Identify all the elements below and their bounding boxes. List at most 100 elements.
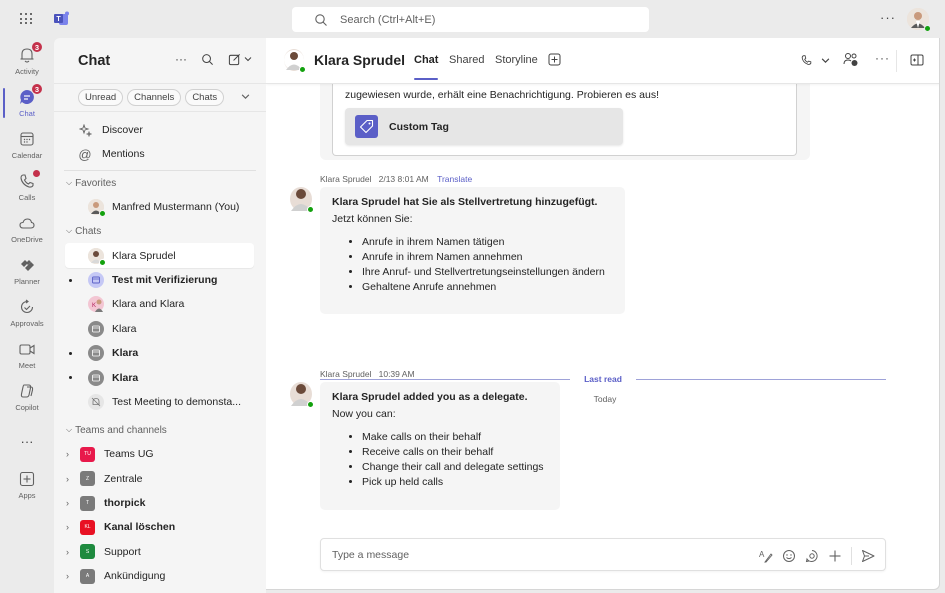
team-avatar: TU <box>80 446 95 462</box>
add-tab-icon <box>548 53 561 66</box>
chat-name: Klara <box>112 322 137 335</box>
new-chat-button[interactable] <box>228 53 252 66</box>
message-compose-box[interactable]: Type a message A <box>320 538 886 571</box>
tab-chat[interactable]: Chat <box>414 54 439 80</box>
chevron-right-icon[interactable]: › <box>66 522 76 532</box>
team-item[interactable]: › TU Teams UG <box>54 442 266 466</box>
team-name: Support <box>104 545 141 558</box>
format-button[interactable]: A <box>759 549 773 563</box>
emoji-button[interactable] <box>782 549 796 563</box>
sender-avatar[interactable] <box>290 187 314 213</box>
chat-item[interactable]: Test mit Verifizierung <box>65 268 254 292</box>
phone-icon <box>801 55 812 65</box>
rail-meet[interactable]: Meet <box>0 334 54 376</box>
call-button[interactable] <box>800 53 830 67</box>
filter-unread[interactable]: Unread <box>78 89 124 106</box>
rail-activity[interactable]: 3 Activity <box>0 40 54 82</box>
team-name: Kanal löschen <box>104 521 176 534</box>
chevron-right-icon[interactable]: › <box>66 449 76 459</box>
team-item[interactable]: › KL Kanal löschen <box>54 515 266 539</box>
attach-button[interactable] <box>828 549 842 563</box>
rail-approvals[interactable]: Approvals <box>0 292 54 334</box>
custom-tag-button[interactable]: Custom Tag <box>345 108 623 145</box>
search-chat-button[interactable] <box>201 53 214 66</box>
chat-item[interactable]: K Klara and Klara <box>65 292 254 316</box>
section-chats[interactable]: ⌵ Chats <box>54 219 266 243</box>
team-avatar: KL <box>80 519 95 535</box>
tab-storyline[interactable]: Storyline <box>495 54 538 66</box>
search-input[interactable]: Search (Ctrl+Alt+E) <box>292 7 649 32</box>
unread-dot-icon <box>69 351 72 355</box>
chevron-right-icon[interactable]: › <box>66 474 76 484</box>
chat-name: Test Meeting to demonsta... <box>112 395 241 408</box>
rail-label: Apps <box>18 491 36 500</box>
nav-label: Discover <box>102 124 143 136</box>
message-sender: Klara Sprudel <box>320 369 372 379</box>
open-side-panel-button[interactable] <box>910 54 924 66</box>
sender-avatar[interactable] <box>290 382 314 408</box>
section-label: Favorites <box>75 177 117 189</box>
chat-item[interactable]: Klara <box>65 365 254 389</box>
section-favorites[interactable]: ⌵ Favorites <box>54 171 266 195</box>
rail-apps[interactable]: Apps <box>0 464 54 506</box>
contact-avatar[interactable] <box>284 49 306 73</box>
add-people-button[interactable] <box>843 52 859 67</box>
presence-available-icon <box>924 25 931 32</box>
chat-name: Manfred Mustermann (You) <box>112 201 240 214</box>
loop-component-icon <box>805 550 818 563</box>
side-panel-icon <box>910 54 924 66</box>
chat-item[interactable]: Klara Sprudel <box>65 243 254 268</box>
message-list-items: Make calls on their behalf Receive calls… <box>332 430 548 490</box>
filter-bar: Unread Channels Chats <box>54 84 266 112</box>
compose-icon <box>228 53 240 65</box>
adaptive-card: zugewiesen wurde, erhält eine Benachrich… <box>332 74 797 156</box>
meeting-chat-icon <box>88 345 104 362</box>
rail-label: Activity <box>15 67 39 76</box>
chat-item[interactable]: Test Meeting to demonsta... <box>65 390 254 414</box>
cloud-icon <box>18 214 36 232</box>
message-intro: Now you can: <box>332 408 396 420</box>
filter-expand-chevron-icon[interactable] <box>241 92 250 101</box>
team-item[interactable]: › Z Zentrale <box>54 467 266 491</box>
presence-available-icon <box>299 66 306 73</box>
chevron-right-icon[interactable]: › <box>66 571 76 581</box>
rail-onedrive[interactable]: OneDrive <box>0 208 54 250</box>
filter-chats[interactable]: Chats <box>185 89 225 106</box>
translate-link[interactable]: Translate <box>437 174 472 184</box>
filter-channels[interactable]: Channels <box>127 89 182 106</box>
nav-discover[interactable]: Discover <box>54 118 266 142</box>
send-button[interactable] <box>861 549 875 563</box>
rail-copilot[interactable]: Copilot <box>0 376 54 418</box>
chevron-right-icon[interactable]: › <box>66 547 76 557</box>
settings-more-button[interactable]: ··· <box>880 10 896 25</box>
chat-item[interactable]: Klara <box>65 317 254 341</box>
nav-mentions[interactable]: @ Mentions <box>54 142 266 166</box>
more-options-button[interactable]: ··· <box>875 51 890 65</box>
message-intro: Jetzt können Sie: <box>332 213 413 225</box>
tab-shared[interactable]: Shared <box>449 54 484 66</box>
chat-name: Klara and Klara <box>112 298 185 311</box>
app-launcher-icon[interactable] <box>18 11 34 27</box>
chat-item[interactable]: Klara <box>65 341 254 365</box>
team-item[interactable]: › T thorpick <box>54 491 266 515</box>
add-tab-button[interactable] <box>548 53 561 66</box>
rail-calendar[interactable]: Calendar <box>0 124 54 166</box>
divider <box>851 547 852 565</box>
team-item[interactable]: › A Ankündigung <box>54 564 266 588</box>
loop-button[interactable] <box>805 549 819 563</box>
chat-item-favorite[interactable]: Manfred Mustermann (You) <box>65 195 254 219</box>
rail-label: Planner <box>14 277 40 286</box>
chat-list-header: Chat ··· <box>54 38 266 84</box>
team-item[interactable]: › S Support <box>54 540 266 564</box>
pane-title: Chat <box>78 52 111 69</box>
app-rail: 3 Activity 3 Chat Calendar Calls OneDriv… <box>0 38 54 593</box>
more-options-button[interactable]: ··· <box>175 52 187 66</box>
avatar: K <box>88 296 104 313</box>
user-avatar[interactable] <box>907 8 931 32</box>
rail-calls[interactable]: Calls <box>0 166 54 208</box>
presence-available-icon <box>99 210 106 218</box>
rail-planner[interactable]: Planner <box>0 250 54 292</box>
chevron-right-icon[interactable]: › <box>66 498 76 508</box>
section-teams[interactable]: ⌵ Teams and channels <box>54 418 266 442</box>
rail-chat[interactable]: 3 Chat <box>0 82 54 124</box>
